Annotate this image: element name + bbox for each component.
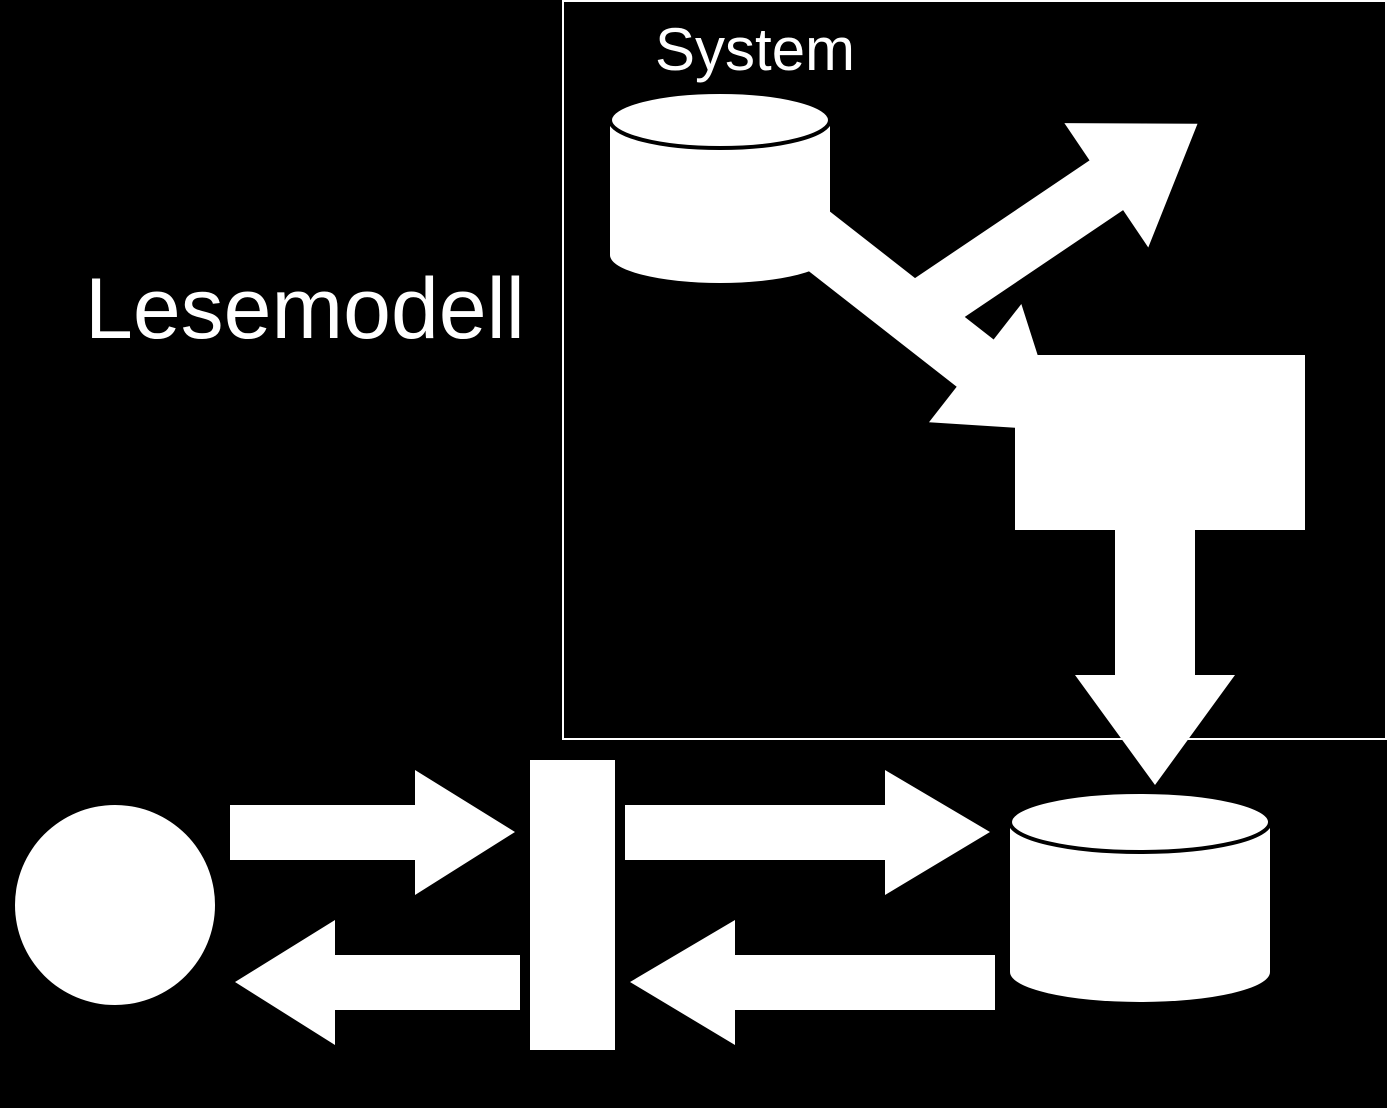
system-title: System (655, 15, 855, 84)
user-circle-icon (10, 800, 220, 1010)
arrow-user-to-api-icon (230, 770, 520, 900)
arrow-down-icon (1075, 530, 1235, 790)
lesemodell-title: Lesemodell (85, 260, 525, 359)
arrow-api-to-read-icon (625, 770, 995, 900)
read-store-cylinder-icon (1005, 790, 1275, 1010)
process-rect-icon (1015, 355, 1305, 530)
arrow-read-to-api-icon (625, 920, 995, 1050)
arrow-api-to-user-icon (230, 920, 520, 1050)
api-rect-icon (530, 760, 615, 1050)
